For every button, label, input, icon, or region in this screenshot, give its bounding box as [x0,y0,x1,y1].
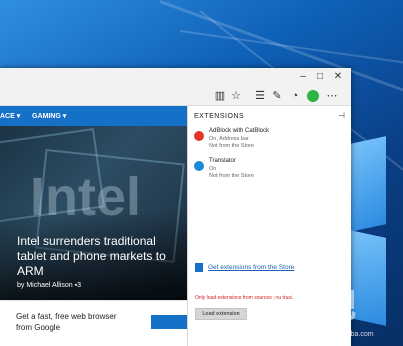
comment-count[interactable]: 3 [77,282,81,289]
web-note-icon[interactable]: ✎ [270,89,284,103]
nav-item[interactable]: GAMING ▾ [32,112,66,120]
title-bar: – □ ✕ [0,68,351,86]
promo-banner: Get a fast, free web browser from Google [0,300,187,346]
reading-view-icon[interactable]: ▥ [213,89,227,103]
minimize-button[interactable]: – [296,70,310,84]
extension-source: Not from the Store [209,143,254,149]
watermark-logo: 下载吧 [258,286,356,326]
promo-text: Get a fast, free web browser from Google [16,312,117,332]
extension-name: Translator [209,158,236,164]
extension-item-translator[interactable]: Translator On Not from the Store [192,158,342,188]
share-icon[interactable]: ◔ [288,89,302,103]
pin-icon[interactable]: ⊣ [338,111,345,120]
site-navbar: ACE ▾ GAMING ▾ [0,106,187,126]
extension-name: AdBlock with CatBlock [209,128,270,134]
store-icon [195,263,203,272]
more-icon[interactable]: ⋯ [325,89,339,103]
extension-status: On [209,166,217,172]
nav-item[interactable]: ACE ▾ [0,112,20,120]
promo-button[interactable] [151,315,187,329]
load-extension-button[interactable]: Load extension [195,308,247,320]
extension-item-adblock[interactable]: AdBlock with CatBlock On, Address bar No… [192,128,342,158]
article-headline[interactable]: Intel surrenders traditional tablet and … [17,234,187,279]
get-extensions-link[interactable]: Get extensions from the Store [208,264,294,271]
author[interactable]: by Michael Allison [17,282,73,289]
hub-icon[interactable]: ☰ [253,89,267,103]
watermark-url: www.xiazaiba.com [316,331,374,338]
translator-icon [194,161,204,171]
extension-status: On, Address bar [209,136,249,142]
article-hero-image[interactable]: Intel Intel surrenders traditional table… [0,126,187,300]
extension-icon[interactable] [306,89,320,103]
maximize-button[interactable]: □ [313,70,327,84]
browser-toolbar: ▥ ☆ ☰ ✎ ◔ ⋯ [0,86,351,106]
adblock-icon [194,131,204,141]
panel-title: EXTENSIONS [194,113,245,120]
favorite-star-icon[interactable]: ☆ [229,89,243,103]
article-byline: by Michael Allison ▪3 [17,282,81,289]
web-page: ACE ▾ GAMING ▾ Intel Intel surrenders tr… [0,106,187,346]
extension-source: Not from the Store [209,173,254,179]
close-button[interactable]: ✕ [331,70,345,84]
